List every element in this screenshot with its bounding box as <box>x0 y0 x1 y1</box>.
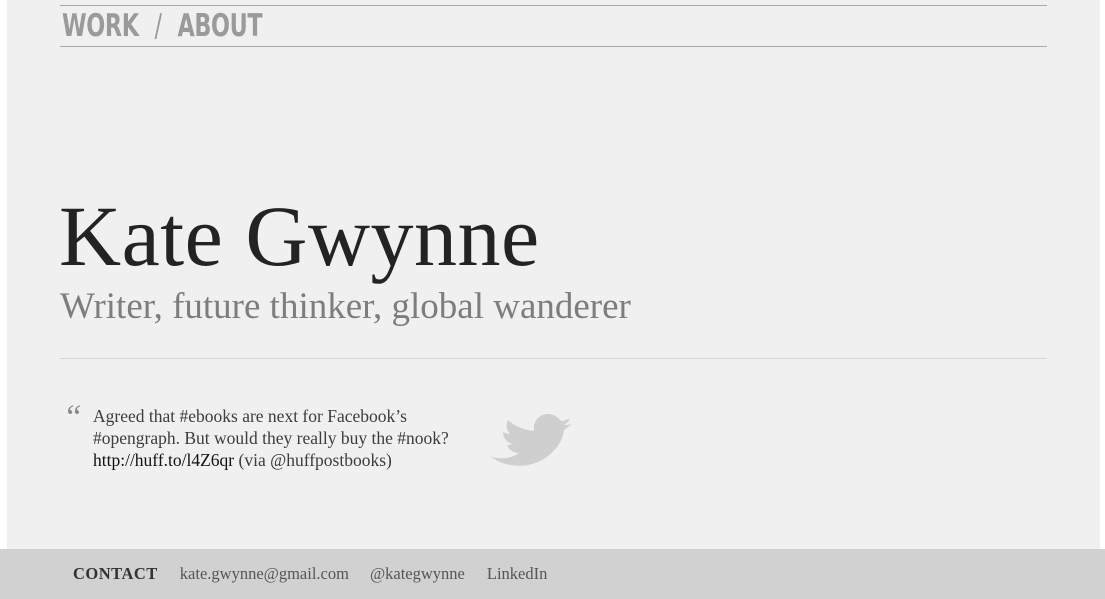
footer-bar: CONTACT kate.gwynne@gmail.com @kategwynn… <box>0 549 1105 599</box>
page-tagline: Writer, future thinker, global wanderer <box>60 286 631 327</box>
page-container: WORK / ABOUT Kate Gwynne Writer, future … <box>7 0 1100 549</box>
section-divider <box>60 358 1047 359</box>
tweet-via: (via @huffpostbooks) <box>238 450 392 470</box>
nav-links: WORK / ABOUT <box>62 8 263 44</box>
contact-label: CONTACT <box>73 564 158 583</box>
twitter-bird-icon <box>490 414 571 466</box>
top-nav: WORK / ABOUT <box>60 5 1047 47</box>
twitter-link[interactable]: @kategwynne <box>370 564 465 584</box>
nav-work-link[interactable]: WORK <box>62 8 139 44</box>
nav-about-link[interactable]: ABOUT <box>177 8 262 44</box>
latest-tweet: Agreed that #ebooks are next for Faceboo… <box>93 405 493 471</box>
email-link[interactable]: kate.gwynne@gmail.com <box>180 564 349 584</box>
linkedin-link[interactable]: LinkedIn <box>487 564 547 584</box>
quote-mark-icon: “ <box>63 399 82 436</box>
nav-separator: / <box>154 8 162 44</box>
page-title: Kate Gwynne <box>59 188 540 284</box>
tweet-text: Agreed that #ebooks are next for Faceboo… <box>93 406 449 448</box>
tweet-link[interactable]: http://huff.to/l4Z6qr <box>93 450 234 470</box>
